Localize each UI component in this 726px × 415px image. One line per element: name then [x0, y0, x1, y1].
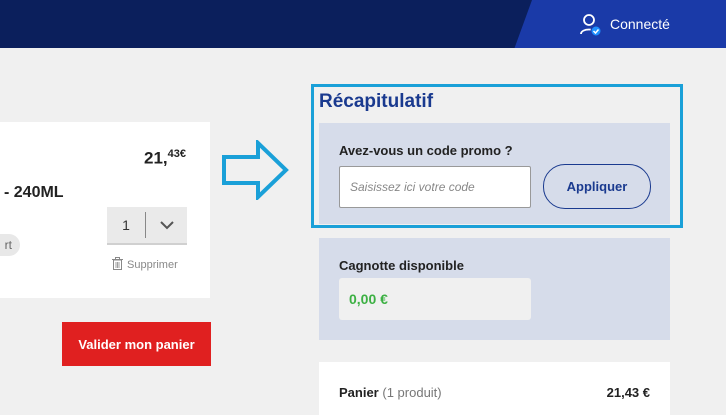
quantity-selector[interactable]: 1 — [107, 207, 187, 245]
delete-button[interactable]: Supprimer — [112, 257, 178, 273]
product-name[interactable]: - 240ML — [4, 184, 64, 202]
account-link[interactable]: Connecté — [580, 9, 670, 39]
arrow-right-icon — [221, 138, 289, 205]
cart-totals-panel: Panier (1 produit) 21,43 € — [319, 362, 670, 415]
quantity-value: 1 — [122, 217, 130, 233]
cagnotte-value: 0,00 € — [339, 278, 531, 320]
user-check-icon — [580, 13, 602, 37]
product-price: 21,43€ — [144, 148, 186, 168]
highlight-frame — [311, 84, 683, 228]
delete-label: Supprimer — [127, 259, 178, 271]
chevron-down-icon[interactable] — [146, 220, 187, 230]
cagnotte-panel: Cagnotte disponible 0,00 € — [319, 238, 670, 340]
validate-cart-button[interactable]: Valider mon panier — [62, 322, 211, 366]
cagnotte-label: Cagnotte disponible — [339, 258, 464, 273]
product-tag-chip: rt — [0, 234, 20, 256]
cart-count: (1 produit) — [382, 385, 442, 400]
trash-icon — [112, 257, 123, 273]
cart-product-card: 21,43€ - 240ML rt 1 Supprimer — [0, 122, 210, 298]
account-label: Connecté — [610, 16, 670, 32]
cart-total: 21,43 € — [606, 385, 650, 400]
cart-label: Panier (1 produit) — [339, 385, 442, 400]
